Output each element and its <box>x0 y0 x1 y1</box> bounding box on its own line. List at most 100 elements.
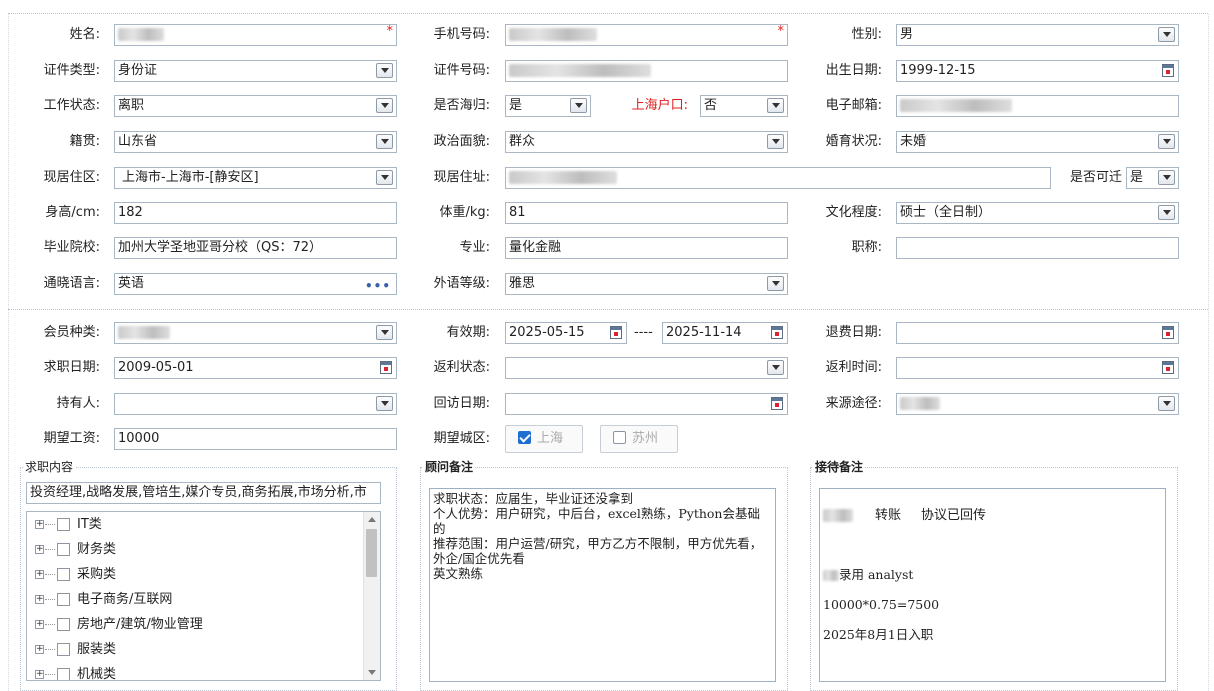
calendar-icon[interactable] <box>1162 64 1174 77</box>
source-select[interactable] <box>896 393 1179 415</box>
chevron-down-icon[interactable] <box>1158 134 1175 149</box>
chevron-down-icon[interactable] <box>767 276 784 291</box>
validity-end-input[interactable]: 2025-11-14 <box>662 322 788 344</box>
city-option-suzhou[interactable]: 苏州 <box>600 425 678 453</box>
residence-address-input[interactable] <box>505 167 1051 189</box>
expand-icon[interactable]: + <box>35 520 44 529</box>
calendar-icon[interactable] <box>380 361 392 374</box>
phone-input[interactable]: * <box>505 24 788 46</box>
checkbox-unchecked-icon[interactable] <box>57 593 70 606</box>
consultant-notes-textarea[interactable]: 求职状态：应届生，毕业证还没拿到 个人优势：用户研究，中后台，excel熟练，P… <box>429 488 776 682</box>
scroll-up-icon[interactable] <box>368 517 376 522</box>
calendar-icon[interactable] <box>610 326 622 339</box>
checkbox-unchecked-icon[interactable] <box>57 618 70 631</box>
calendar-icon[interactable] <box>1162 326 1174 339</box>
chevron-down-icon[interactable] <box>570 98 587 113</box>
chevron-down-icon[interactable] <box>376 98 393 113</box>
chevron-down-icon[interactable] <box>767 134 784 149</box>
relocate-select[interactable]: 是 <box>1126 167 1179 189</box>
checkbox-unchecked-icon[interactable] <box>57 543 70 556</box>
tree-item[interactable]: + 房地产/建筑/物业管理 <box>27 615 365 635</box>
language-level-select[interactable]: 雅思 <box>505 273 788 295</box>
calendar-icon[interactable] <box>771 326 783 339</box>
checkbox-unchecked-icon[interactable] <box>613 431 626 444</box>
expand-icon[interactable]: + <box>35 595 44 604</box>
returnee-select[interactable]: 是 <box>505 95 591 117</box>
marital-select[interactable]: 未婚 <box>896 131 1179 153</box>
tree-item[interactable]: + 机械类 <box>27 665 365 680</box>
job-seek-date-input[interactable]: 2009-05-01 <box>114 357 397 379</box>
work-status-select[interactable]: 离职 <box>114 95 397 117</box>
title-input[interactable] <box>896 237 1179 259</box>
tree-scrollbar[interactable] <box>363 512 380 680</box>
tree-item[interactable]: + 采购类 <box>27 565 365 585</box>
political-select[interactable]: 群众 <box>505 131 788 153</box>
native-place-select[interactable]: 山东省 <box>114 131 397 153</box>
city-option-shanghai[interactable]: 上海 <box>505 425 583 453</box>
refund-date-input[interactable] <box>896 322 1179 344</box>
education-select[interactable]: 硕士（全日制） <box>896 202 1179 224</box>
expected-salary-input[interactable]: 10000 <box>114 428 397 450</box>
residence-area-select[interactable]: 上海市-上海市-[静安区] <box>114 167 397 189</box>
tree-item[interactable]: + 电子商务/互联网 <box>27 590 365 610</box>
tree-item[interactable]: + IT类 <box>27 515 365 535</box>
job-content-title: 求职内容 <box>23 459 76 475</box>
job-content-selected-input[interactable]: 投资经理,战略发展,管培生,媒介专员,商务拓展,市场分析,市 <box>26 482 381 504</box>
visit-date-input[interactable] <box>505 393 788 415</box>
expand-icon[interactable]: + <box>35 545 44 554</box>
language-input[interactable]: 英语 ••• <box>114 273 397 295</box>
school-input[interactable]: 加州大学圣地亚哥分校（QS：72） <box>114 237 397 259</box>
job-category-tree[interactable]: + IT类 + 财务类 + 采购类 + 电子商务/互联网 + 房地产/建筑/物业管理 + 服… <box>26 511 381 681</box>
chevron-down-icon[interactable] <box>767 98 784 113</box>
height-input[interactable]: 182 <box>114 202 397 224</box>
chevron-down-icon[interactable] <box>376 134 393 149</box>
more-options-icon[interactable]: ••• <box>365 276 391 294</box>
chevron-down-icon[interactable] <box>1158 396 1175 411</box>
tree-item-label: IT类 <box>77 517 102 532</box>
chevron-down-icon[interactable] <box>1158 27 1175 42</box>
chevron-down-icon[interactable] <box>376 170 393 185</box>
checkbox-unchecked-icon[interactable] <box>57 568 70 581</box>
required-mark: * <box>777 24 785 39</box>
reception-notes-textarea[interactable]: 转账 协议已回传 录用 analyst 10000*0.75=7500 2025年… <box>819 488 1166 682</box>
expand-icon[interactable]: + <box>35 570 44 579</box>
checkbox-unchecked-icon[interactable] <box>57 643 70 656</box>
holder-select[interactable] <box>114 393 397 415</box>
city-option-label: 苏州 <box>632 431 659 446</box>
rebate-time-input[interactable] <box>896 357 1179 379</box>
member-type-select[interactable] <box>114 322 397 344</box>
major-input[interactable]: 量化金融 <box>505 237 788 259</box>
expand-icon[interactable]: + <box>35 670 44 679</box>
top-border <box>8 13 1208 14</box>
calendar-icon[interactable] <box>771 397 783 410</box>
chevron-down-icon[interactable] <box>767 360 784 375</box>
expected-salary-label: 期望工资: <box>43 431 100 446</box>
birth-date-input[interactable]: 1999-12-15 <box>896 60 1179 82</box>
calendar-icon[interactable] <box>1162 361 1174 374</box>
id-type-select[interactable]: 身份证 <box>114 60 397 82</box>
gender-select[interactable]: 男 <box>896 24 1179 46</box>
chevron-down-icon[interactable] <box>1158 170 1175 185</box>
name-input[interactable]: * <box>114 24 397 46</box>
checkbox-unchecked-icon[interactable] <box>57 518 70 531</box>
scrollbar-thumb[interactable] <box>366 529 377 577</box>
chevron-down-icon[interactable] <box>1158 205 1175 220</box>
chevron-down-icon[interactable] <box>376 325 393 340</box>
validity-start-input[interactable]: 2025-05-15 <box>505 322 627 344</box>
chevron-down-icon[interactable] <box>376 63 393 78</box>
rebate-status-select[interactable] <box>505 357 788 379</box>
chevron-down-icon[interactable] <box>376 396 393 411</box>
tree-item[interactable]: + 服装类 <box>27 640 365 660</box>
checkbox-checked-icon[interactable] <box>518 431 531 444</box>
id-number-input[interactable] <box>505 60 788 82</box>
checkbox-unchecked-icon[interactable] <box>57 668 70 680</box>
section-divider <box>8 309 1208 310</box>
email-input[interactable] <box>896 95 1179 117</box>
weight-input[interactable]: 81 <box>505 202 788 224</box>
tree-item[interactable]: + 财务类 <box>27 540 365 560</box>
expand-icon[interactable]: + <box>35 620 44 629</box>
shanghai-hukou-select[interactable]: 否 <box>700 95 788 117</box>
expand-icon[interactable]: + <box>35 645 44 654</box>
right-border <box>1208 14 1209 691</box>
scroll-down-icon[interactable] <box>368 670 376 675</box>
